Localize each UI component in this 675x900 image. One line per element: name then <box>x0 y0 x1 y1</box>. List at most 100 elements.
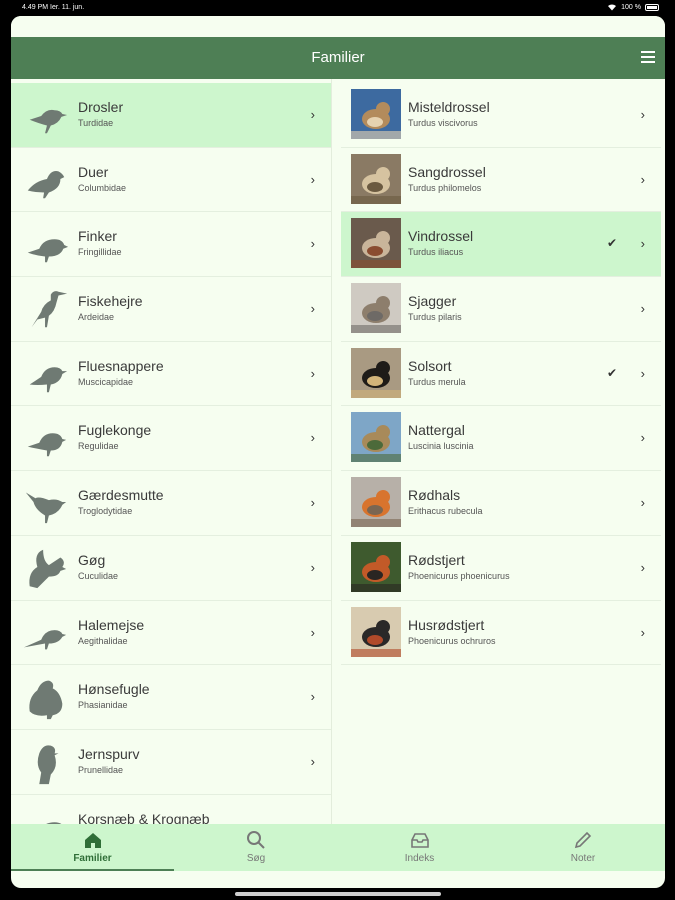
bird-photo-thumbnail <box>351 283 401 334</box>
species-latin-name: Phoenicurus ochruros <box>408 635 496 646</box>
family-row[interactable]: Fiskehejre Ardeidae › <box>11 277 331 342</box>
species-latin-name: Phoenicurus phoenicurus <box>408 570 510 581</box>
chevron-right-icon: › <box>640 236 645 252</box>
species-latin-name: Luscinia luscinia <box>408 441 474 452</box>
family-row[interactable]: Jernspurv Prunellidae › <box>11 730 331 795</box>
bird-photo-thumbnail <box>351 153 401 204</box>
species-name: Husrødstjert <box>408 616 485 633</box>
cuckoo-silhouette-icon <box>29 549 67 588</box>
family-latin-name: Aegithalidae <box>78 635 128 646</box>
species-latin-name: Turdus iliacus <box>408 247 464 258</box>
family-name: Finker <box>78 228 117 245</box>
species-row[interactable]: Sangdrossel Turdus philomelos › <box>341 148 661 213</box>
bird-photo-thumbnail <box>351 89 401 139</box>
chevron-right-icon: › <box>310 365 315 381</box>
search-icon <box>247 831 265 849</box>
species-latin-name: Turdus viscivorus <box>408 118 478 128</box>
family-name: Gøg <box>78 551 106 568</box>
page-title: Familier <box>311 49 365 66</box>
status-time: 4.49 PM Ier. 11. jun. <box>22 4 85 11</box>
species-name: Rødhals <box>408 487 461 504</box>
species-row[interactable]: Rødhals Erithacus rubecula › <box>341 471 661 536</box>
app-header: Familier <box>11 37 665 79</box>
family-name: Fiskehejre <box>78 293 143 310</box>
species-row[interactable]: Rødstjert Phoenicurus phoenicurus › <box>341 536 661 601</box>
flycatcher-silhouette-icon <box>29 367 68 392</box>
species-row[interactable]: Nattergal Luscinia luscinia › <box>341 406 661 472</box>
species-row[interactable]: Solsort Turdus merula ✔ › <box>341 342 661 407</box>
chevron-right-icon: › <box>310 236 315 252</box>
family-latin-name: Prunellidae <box>78 764 124 775</box>
tab-noter[interactable]: Noter <box>502 824 665 871</box>
heron-silhouette-icon <box>31 291 68 328</box>
family-latin-name: Ardeidae <box>78 312 115 323</box>
app-screen: Familier Drosler Turdidae › Duer Columbidae ›… <box>11 16 665 888</box>
chevron-right-icon: › <box>310 689 315 705</box>
chevron-right-icon: › <box>310 559 315 575</box>
chevron-right-icon: › <box>640 365 645 381</box>
family-latin-name: Phasianidae <box>78 700 128 711</box>
battery-icon <box>645 3 659 11</box>
wren-silhouette-icon <box>25 492 67 524</box>
home-icon <box>84 833 101 848</box>
species-row[interactable]: Misteldrossel Turdus viscivorus › <box>341 83 661 148</box>
partridge-silhouette-icon <box>29 680 63 720</box>
chevron-right-icon: › <box>310 107 315 122</box>
family-latin-name: Cuculidae <box>78 570 119 581</box>
family-row[interactable]: Gærdesmutte Troglodytidae › <box>11 471 331 536</box>
bird-photo-thumbnail <box>351 541 401 592</box>
species-name: Rødstjert <box>408 551 465 568</box>
tit-silhouette-icon <box>23 629 67 649</box>
chevron-right-icon: › <box>310 430 315 446</box>
family-row[interactable]: Duer Columbidae › <box>11 148 331 213</box>
species-latin-name: Turdus pilaris <box>408 312 462 323</box>
bird-photo-thumbnail <box>351 347 401 398</box>
tab-familier[interactable]: Familier <box>11 824 174 871</box>
family-row[interactable]: Fuglekonge Regulidae › <box>11 406 331 472</box>
hamburger-menu-icon[interactable] <box>641 51 655 63</box>
family-row[interactable]: Korsnæb & Krognæb› <box>11 795 331 824</box>
family-row[interactable]: Finker Fringillidae › <box>11 212 331 278</box>
pencil-icon <box>574 831 592 849</box>
crossbill-silhouette-icon <box>45 821 62 824</box>
species-row[interactable]: Vindrossel Turdus iliacus ✔ › <box>341 212 661 278</box>
species-list: Misteldrossel Turdus viscivorus › Sangdros… <box>341 83 661 666</box>
tab-label: Søg <box>246 853 266 864</box>
chevron-right-icon: › <box>310 624 315 640</box>
dove-silhouette-icon <box>27 170 65 198</box>
bird-photo-thumbnail <box>351 477 401 528</box>
family-row[interactable]: Halemejse Aegithalidae › <box>11 601 331 666</box>
family-latin-name: Muscicapidae <box>78 376 134 387</box>
chevron-right-icon: › <box>310 301 315 317</box>
family-row[interactable]: Drosler Turdidae › <box>11 83 331 148</box>
family-latin-name: Troglodytidae <box>78 506 133 517</box>
checkmark-icon: ✔ <box>606 236 617 251</box>
family-row[interactable]: Hønsefugle Phasianidae › <box>11 665 331 730</box>
species-row[interactable]: Sjagger Turdus pilaris › <box>341 277 661 342</box>
family-row[interactable]: Fluesnappere Muscicapidae › <box>11 342 331 407</box>
species-name: Sangdrossel <box>408 163 486 180</box>
species-name: Solsort <box>408 357 452 374</box>
status-right: 100 % <box>607 3 659 11</box>
chevron-right-icon: › <box>640 430 645 446</box>
family-latin-name: Turdidae <box>78 118 114 128</box>
tab-søg[interactable]: Søg <box>175 824 338 871</box>
bird-photo-thumbnail <box>351 606 401 657</box>
battery-percent: 100 % <box>621 3 641 11</box>
chevron-right-icon: › <box>640 301 645 317</box>
family-name: Duer <box>78 163 109 180</box>
dunnock-silhouette-icon <box>37 745 59 784</box>
thrush-silhouette-icon <box>29 109 68 134</box>
species-name: Misteldrossel <box>408 99 490 115</box>
bird-photo-thumbnail <box>351 218 401 269</box>
status-bar: 4.49 PM Ier. 11. jun. 100 % <box>0 0 675 16</box>
checkmark-icon: ✔ <box>606 365 617 380</box>
chevron-right-icon: › <box>640 107 645 122</box>
family-name: Jernspurv <box>78 745 140 762</box>
species-latin-name: Turdus merula <box>408 376 466 387</box>
family-row[interactable]: Gøg Cuculidae › <box>11 536 331 601</box>
family-list: Drosler Turdidae › Duer Columbidae › Finker Fri… <box>11 83 331 824</box>
wifi-icon <box>608 4 617 11</box>
tab-indeks[interactable]: Indeks <box>338 824 501 871</box>
species-row[interactable]: Husrødstjert Phoenicurus ochruros › <box>341 601 661 666</box>
